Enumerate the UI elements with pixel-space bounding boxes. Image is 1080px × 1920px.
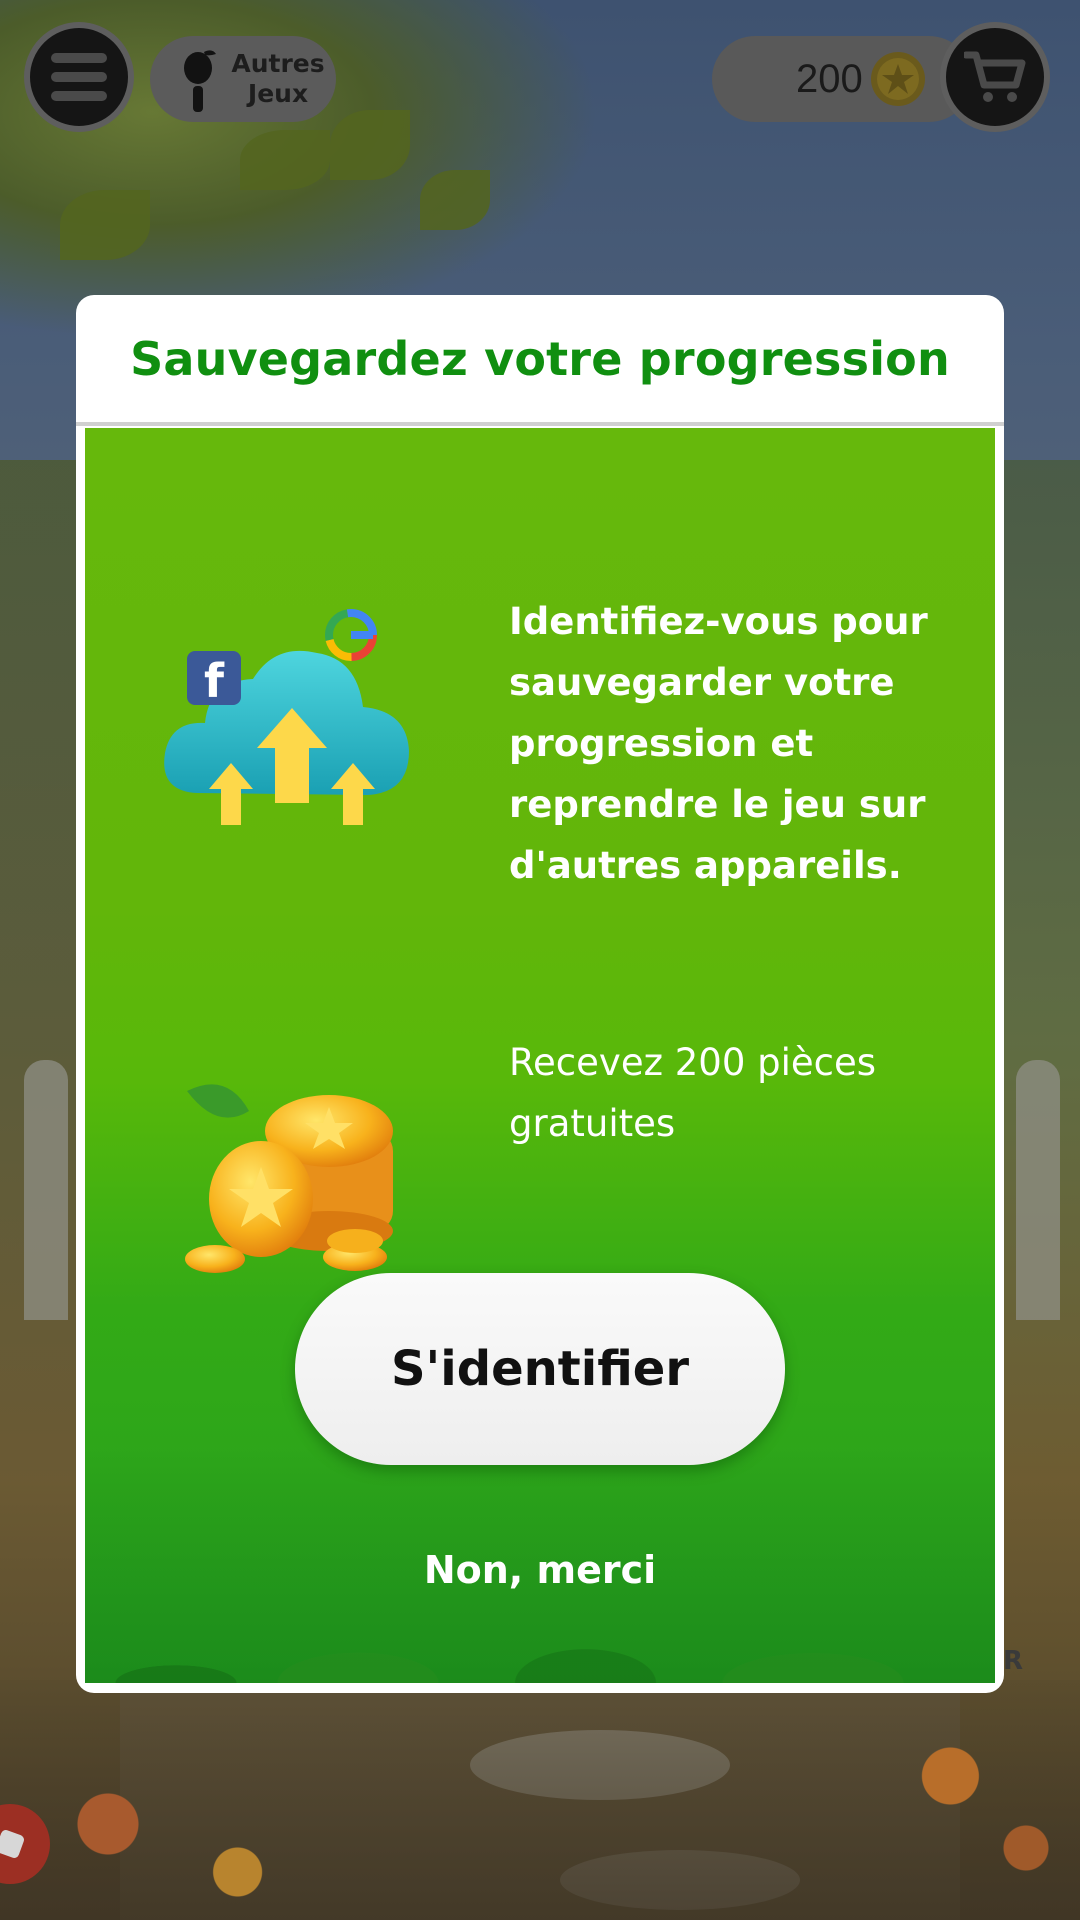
- sign-in-button[interactable]: S'identifier: [295, 1273, 785, 1465]
- background-fence-post: [1016, 1060, 1060, 1320]
- coin-icon: [870, 52, 925, 106]
- other-games-label: Autres Jeux: [231, 49, 325, 108]
- dialog-body: f Identifiez-vous pour sauvegarder votre…: [85, 428, 995, 1683]
- background-flowers: [0, 1680, 1080, 1920]
- no-thanks-link[interactable]: Non, merci: [85, 1548, 995, 1592]
- background-leaf: [420, 170, 490, 230]
- coin-balance: 200: [712, 36, 972, 122]
- coin-reward-text: Recevez 200 pièces gratuites: [509, 1041, 877, 1145]
- dialog-title: Sauvegardez votre progression: [130, 331, 950, 386]
- background-leaf: [240, 130, 330, 190]
- cloud-upload-icon: f: [164, 609, 409, 825]
- coins-reward-icon: [185, 1084, 393, 1273]
- menu-button[interactable]: [24, 22, 134, 132]
- background-letter: R: [1003, 1646, 1024, 1676]
- hamburger-menu-icon: [51, 53, 107, 101]
- login-benefit-text: Identifiez-vous pour sauvegarder votre p…: [509, 600, 928, 887]
- save-progress-dialog: Sauvegardez votre progression f Identifi…: [76, 295, 1004, 1693]
- shop-cart-button[interactable]: [940, 22, 1050, 132]
- game-screen: R Autres Jeux 200 Sauvegardez votre prog…: [0, 0, 1080, 1920]
- background-leaf: [60, 190, 150, 260]
- shopping-cart-icon: [964, 51, 1026, 102]
- dice-icon: [0, 1830, 24, 1858]
- svg-text:f: f: [204, 654, 225, 708]
- background-fence-post: [24, 1060, 68, 1320]
- dialog-header: Sauvegardez votre progression: [76, 295, 1004, 426]
- apple-icon: [184, 50, 216, 112]
- background-leaf: [330, 110, 410, 180]
- coin-count: 200: [796, 56, 863, 101]
- other-games-button[interactable]: Autres Jeux: [150, 36, 336, 122]
